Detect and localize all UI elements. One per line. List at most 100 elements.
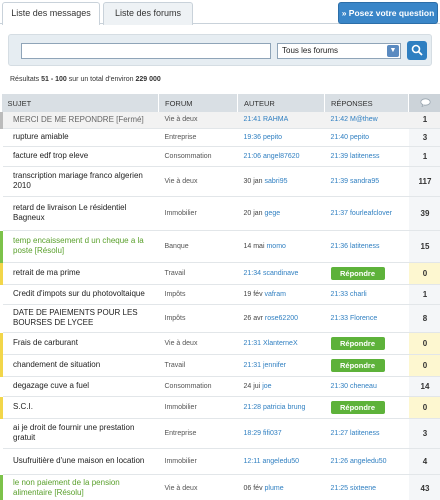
author-cell: 19:36 pepito [237, 128, 325, 147]
forum-name[interactable]: Vie à deux [158, 332, 238, 355]
col-replies: RÉPONSES [324, 94, 409, 112]
subject-link[interactable]: chandement de situation [0, 354, 159, 377]
reply-cell: 21:42 M@thew [324, 112, 409, 129]
reply-cell: Répondre [324, 396, 409, 419]
col-subject: SUJET [1, 94, 159, 112]
reply-time[interactable]: 21:33 [331, 291, 349, 298]
subject-link[interactable]: rupture amiable [1, 128, 159, 147]
forum-name[interactable]: Consommation [158, 376, 238, 397]
author-cell: 20 jan gege [237, 196, 325, 231]
subject-link[interactable]: retrait de ma prime [0, 262, 159, 285]
author-name[interactable]: XlanterneX [263, 340, 298, 347]
author-name[interactable]: rose62200 [265, 315, 298, 322]
reply-time[interactable]: 21:27 [331, 430, 349, 437]
reply-cell: 21:40 pepito [324, 128, 409, 147]
reply-count: 1 [408, 146, 440, 167]
author-name[interactable]: gege [265, 210, 281, 217]
reply-time[interactable]: 21:36 [331, 243, 349, 250]
author-name[interactable]: momo [266, 243, 285, 250]
subject-link[interactable]: temp encaissement d un cheque a la poste… [0, 230, 159, 263]
reply-author[interactable]: latiteness [350, 153, 380, 160]
reply-cell: 21:25 sixteene [324, 474, 409, 500]
reply-button[interactable]: Répondre [330, 358, 385, 372]
reply-button[interactable]: Répondre [330, 266, 385, 280]
subject-link[interactable]: ai je droit de fournir une prestation gr… [1, 418, 159, 449]
reply-time[interactable]: 21:40 [331, 134, 349, 141]
forum-name[interactable]: Vie à deux [158, 112, 238, 129]
author-name[interactable]: fifi037 [263, 430, 282, 437]
forum-name[interactable]: Impôts [158, 304, 238, 333]
tab-message-list[interactable]: Liste des messages [2, 2, 100, 25]
subject-link[interactable]: Credit d'impots sur du photovoltaique [1, 284, 159, 305]
reply-author[interactable]: M@thew [350, 116, 378, 123]
reply-time[interactable]: 21:42 [331, 116, 349, 123]
reply-time[interactable]: 21:30 [331, 383, 349, 390]
reply-time[interactable]: 21:33 [331, 315, 349, 322]
subject-link[interactable]: retard de livraison Le résidentiel Bagne… [1, 196, 159, 231]
reply-time[interactable]: 21:26 [331, 458, 349, 465]
search-input[interactable] [21, 43, 271, 59]
forum-select[interactable]: Tous les forums ▼ [277, 43, 401, 59]
forum-name[interactable]: Vie à deux [158, 166, 238, 197]
reply-author[interactable]: charli [350, 291, 367, 298]
author-name[interactable]: jennifer [263, 362, 286, 369]
subject-link[interactable]: degazage cuve a fuel [1, 376, 159, 397]
subject-link[interactable]: facture edf trop eleve [1, 146, 159, 167]
forum-name[interactable]: Travail [158, 354, 238, 377]
reply-time[interactable]: 21:37 [331, 210, 349, 217]
author-name[interactable]: sabri95 [265, 178, 288, 185]
reply-author[interactable]: latiteness [350, 243, 380, 250]
subject-link[interactable]: S.C.I. [0, 396, 159, 419]
search-button[interactable] [407, 41, 427, 60]
author-time: 18:29 [243, 429, 262, 437]
tab-bar: Liste des messages Liste des forums » Po… [0, 0, 440, 25]
forum-name[interactable]: Vie à deux [158, 474, 238, 500]
reply-author[interactable]: latiteness [350, 430, 380, 437]
reply-button[interactable]: Répondre [330, 336, 385, 350]
author-name[interactable]: plume [265, 485, 284, 492]
reply-author[interactable]: sixteene [350, 485, 376, 492]
results-prefix: Résultats [10, 76, 40, 83]
subject-link[interactable]: MERCI DE ME REPONDRE [Fermé] [0, 112, 159, 129]
reply-author[interactable]: fourleafclover [350, 210, 392, 217]
forum-name[interactable]: Entreprise [158, 418, 238, 449]
table-row: ai je droit de fournir une prestation gr… [1, 418, 440, 449]
forum-name[interactable]: Banque [158, 230, 238, 263]
subject-link[interactable]: Frais de carburant [0, 332, 159, 355]
reply-author[interactable]: cheneau [350, 383, 377, 390]
reply-button[interactable]: Répondre [330, 400, 385, 414]
reply-time[interactable]: 21:25 [331, 485, 349, 492]
subject-link[interactable]: Usufruitière d'une maison en location [1, 448, 159, 475]
author-name[interactable]: joe [262, 383, 271, 390]
author-name[interactable]: RAHMA [263, 116, 288, 123]
author-name[interactable]: angel87620 [263, 153, 300, 160]
forum-name[interactable]: Travail [158, 262, 238, 285]
forum-name[interactable]: Immobilier [158, 396, 238, 419]
reply-author[interactable]: pepito [350, 134, 369, 141]
ask-question-button[interactable]: » Posez votre question [338, 2, 438, 24]
author-name[interactable]: scandinave [263, 270, 298, 277]
author-time: 14 mai [243, 242, 265, 250]
subject-link[interactable]: le non paiement de la pension alimentair… [0, 474, 159, 500]
tab-forum-list[interactable]: Liste des forums [103, 2, 193, 25]
reply-time[interactable]: 21:39 [331, 178, 349, 185]
author-name[interactable]: pepito [263, 134, 282, 141]
author-name[interactable]: vafram [265, 291, 286, 298]
subject-link[interactable]: DATE DE PAIEMENTS POUR LES BOURSES DE LY… [1, 304, 159, 333]
subject-link[interactable]: transcription mariage franco algerien 20… [1, 166, 159, 197]
forum-name[interactable]: Immobilier [158, 448, 238, 475]
forum-name[interactable]: Entreprise [158, 128, 238, 147]
reply-author[interactable]: angeledu50 [350, 458, 387, 465]
forum-name[interactable]: Impôts [158, 284, 238, 305]
forum-name[interactable]: Consommation [158, 146, 238, 167]
author-name[interactable]: angeledu50 [262, 458, 299, 465]
reply-cell: 21:33 charli [324, 284, 409, 305]
reply-count: 3 [408, 128, 440, 147]
reply-author[interactable]: Florence [350, 315, 377, 322]
reply-time[interactable]: 21:39 [331, 153, 349, 160]
author-cell: 14 mai momo [237, 230, 325, 263]
reply-author[interactable]: sandra95 [350, 178, 379, 185]
author-cell: 24 jui joe [237, 376, 325, 397]
forum-name[interactable]: Immobilier [158, 196, 238, 231]
author-name[interactable]: patricia brung [263, 404, 305, 411]
